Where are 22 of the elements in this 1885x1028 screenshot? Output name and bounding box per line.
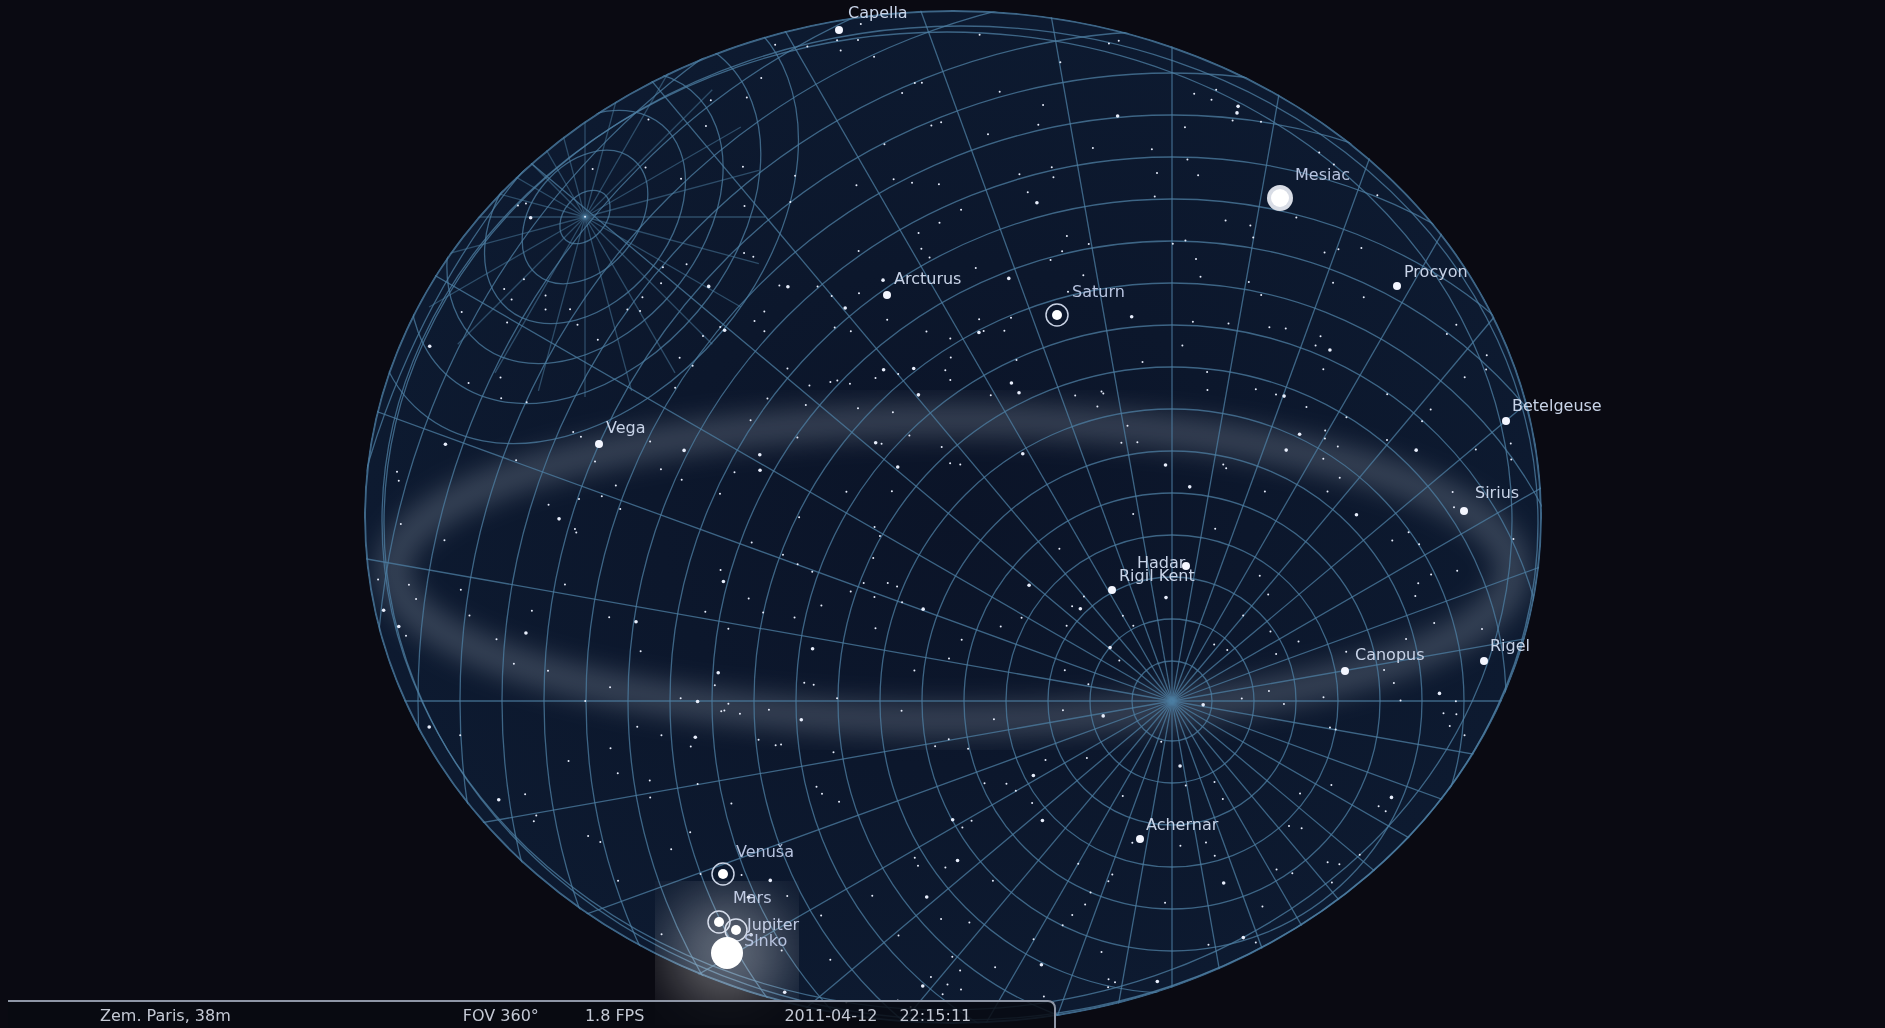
fps-text: 1.8 FPS — [584, 1005, 645, 1025]
object-label: Arcturus — [894, 269, 962, 288]
object-label: Venuša — [736, 842, 794, 861]
planet-marker[interactable] — [707, 910, 731, 934]
date-text: 2011-04-12 — [784, 1005, 878, 1025]
object-label: Mars — [733, 888, 772, 907]
object-label: Mesiac — [1295, 165, 1351, 184]
moon-marker[interactable] — [1267, 185, 1293, 211]
object-label: Canopus — [1355, 645, 1425, 664]
time-text: 22:15:11 — [899, 1005, 972, 1025]
location-text: Zem. Paris, 38m — [100, 1005, 231, 1025]
object-label: Saturn — [1072, 282, 1125, 301]
planet-marker[interactable] — [711, 862, 735, 886]
object-label: Jupiter — [747, 915, 800, 934]
object-label: Capella — [848, 3, 908, 22]
object-label: Rigel — [1490, 636, 1530, 655]
object-label: Procyon — [1404, 262, 1468, 281]
object-label: Vega — [606, 418, 646, 437]
object-label: Sirius — [1475, 483, 1520, 502]
object-label: Achernar — [1146, 815, 1219, 834]
fov-text: FOV 360° — [462, 1005, 539, 1025]
planet-marker[interactable] — [1045, 303, 1069, 327]
